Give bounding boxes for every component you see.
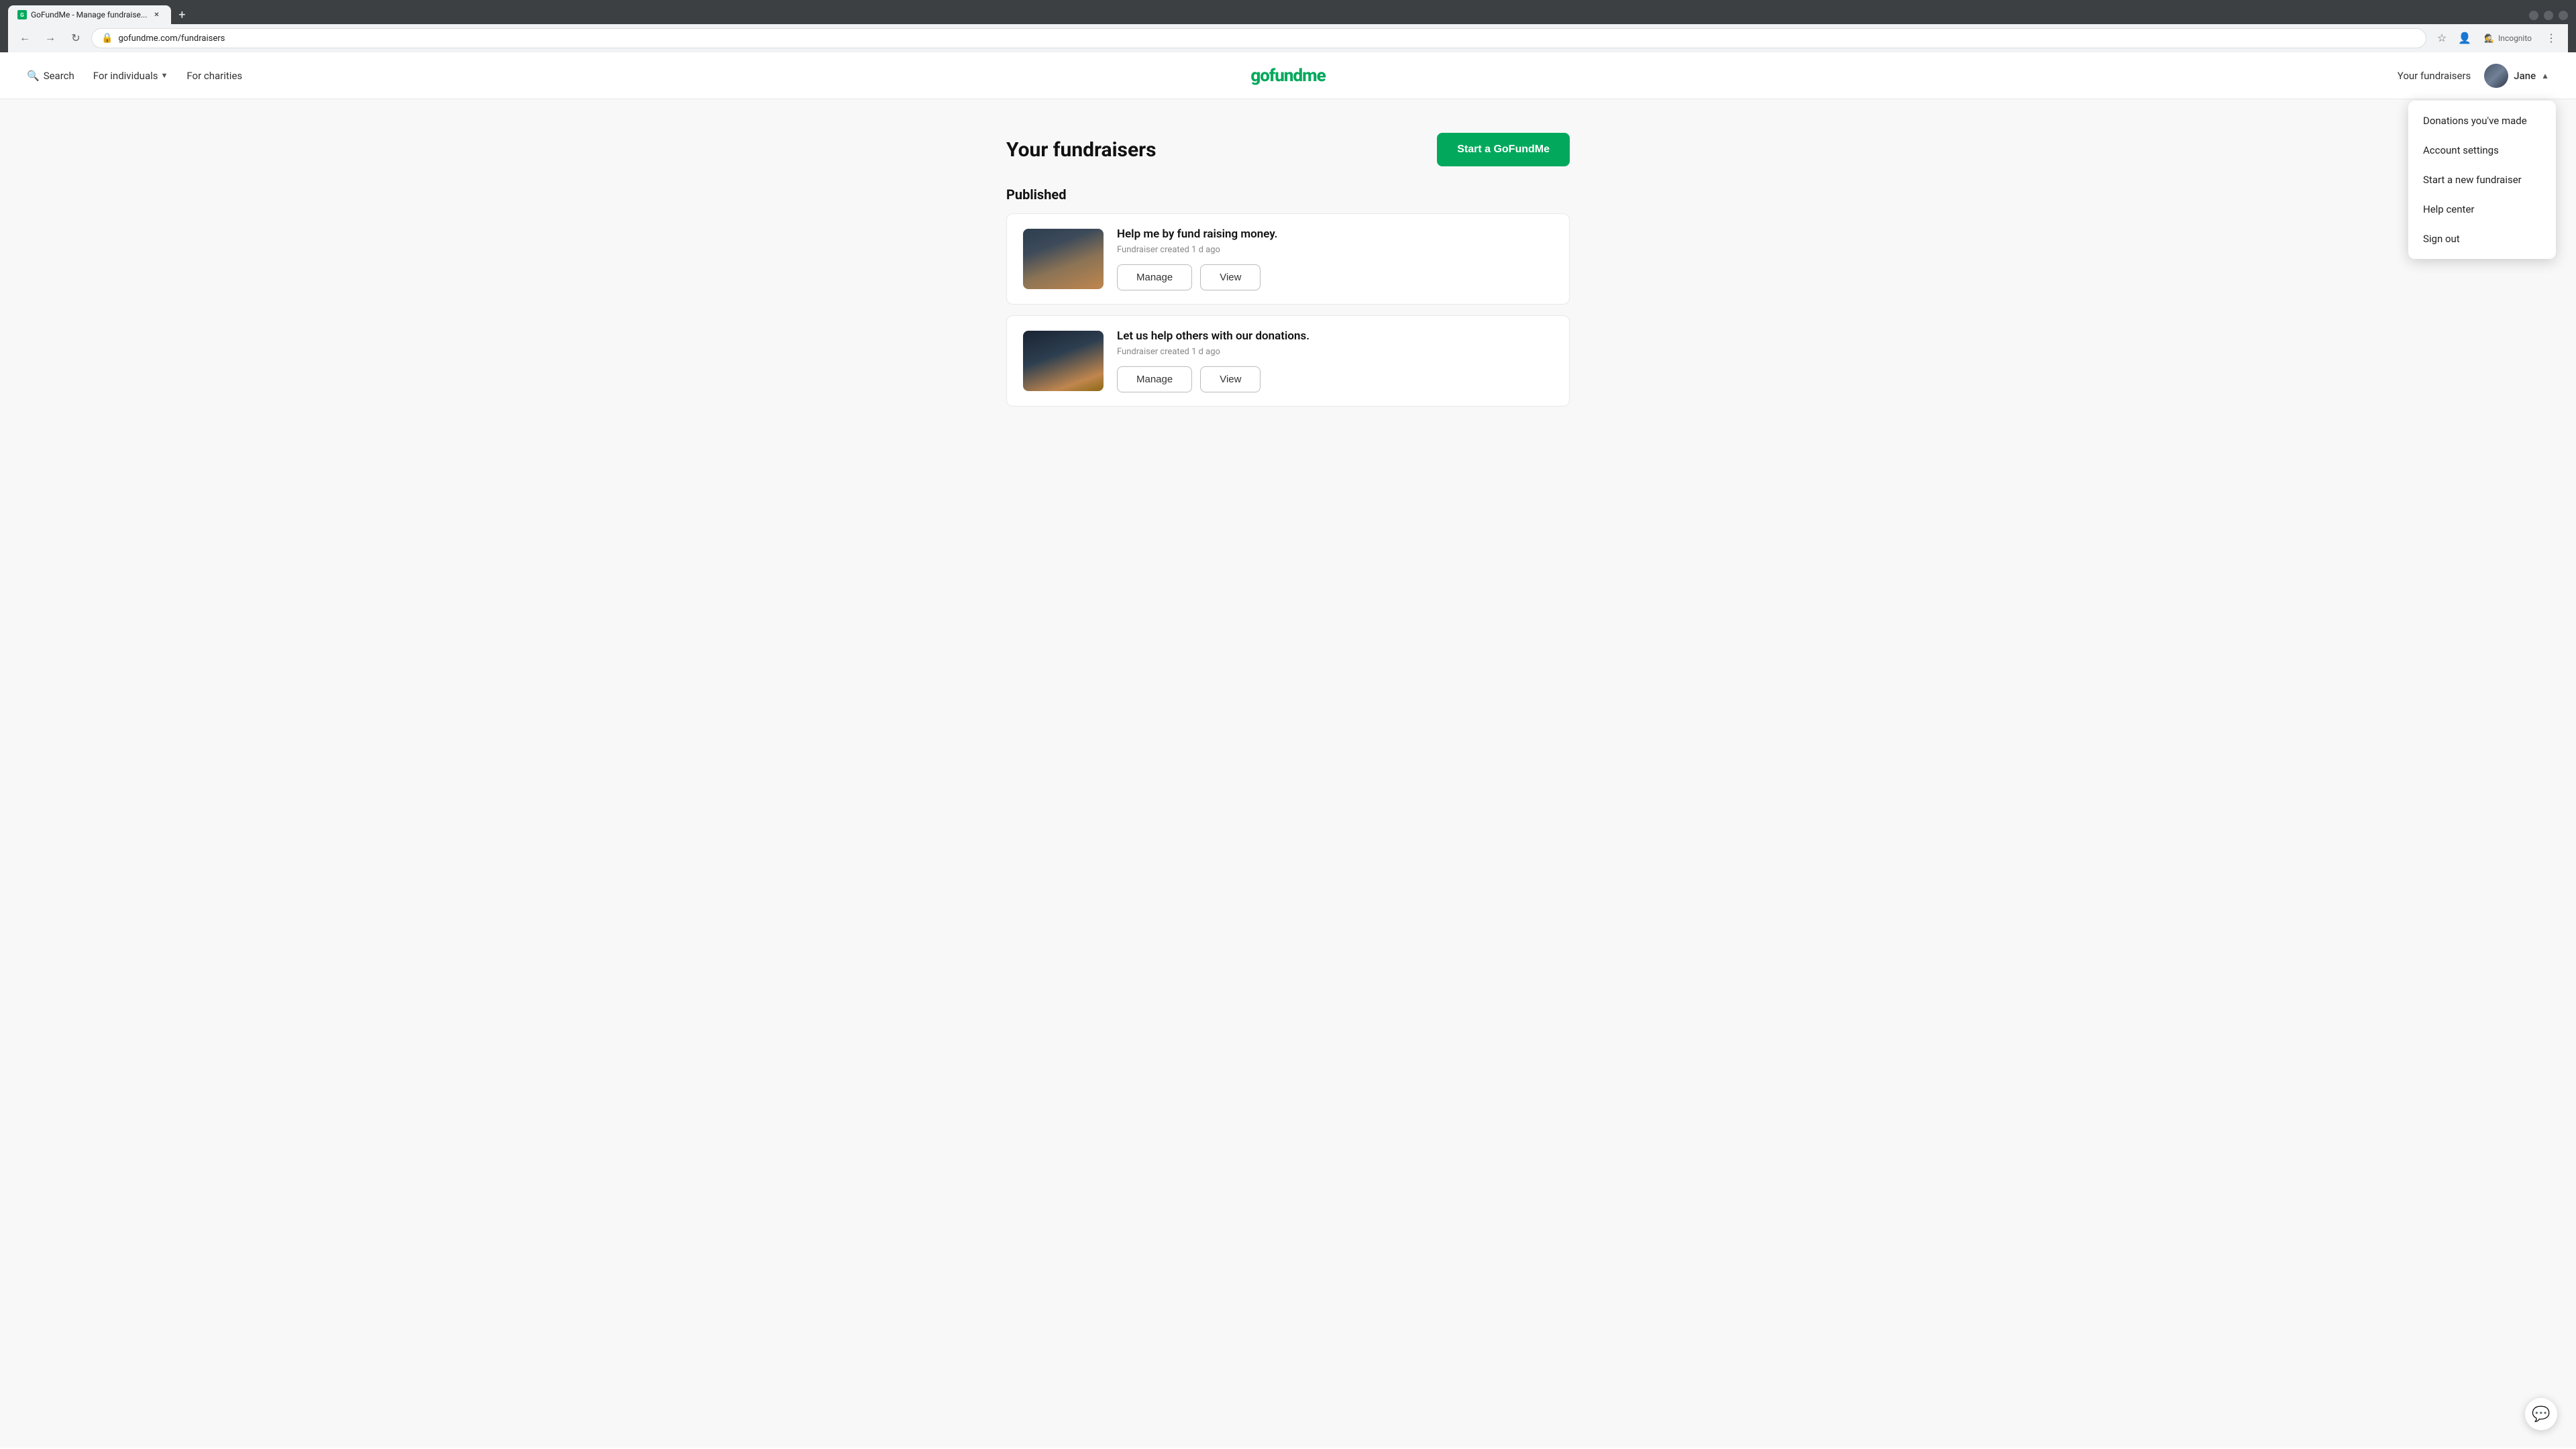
dropdown-item-donations[interactable]: Donations you've made: [2408, 106, 2556, 136]
header-nav-left: 🔍 Search For individuals ▼ For charities: [27, 70, 242, 82]
browser-toolbar: ← → ↻ 🔒 gofundme.com/fundraisers ☆ 👤 🕵 I…: [8, 24, 2568, 52]
fundraiser-card: Help me by fund raising money. Fundraise…: [1006, 213, 1570, 305]
user-menu-trigger[interactable]: Jane ▲: [2484, 64, 2549, 88]
avatar-image: [2484, 64, 2508, 88]
page-title: Your fundraisers: [1006, 138, 1157, 162]
bookmark-button[interactable]: ☆: [2432, 28, 2452, 48]
tab-favicon: G: [17, 10, 27, 19]
site-header: 🔍 Search For individuals ▼ For charities…: [0, 52, 2576, 99]
site-logo[interactable]: gofundme: [1250, 66, 1325, 86]
search-nav-item[interactable]: 🔍 Search: [27, 70, 74, 82]
for-individuals-label: For individuals: [93, 70, 158, 82]
dropdown-item-help-center[interactable]: Help center: [2408, 195, 2556, 224]
page-header-row: Your fundraisers Start a GoFundMe: [1006, 133, 1570, 166]
manage-button[interactable]: Manage: [1117, 264, 1192, 290]
search-label: Search: [44, 70, 74, 82]
dropdown-item-account-settings[interactable]: Account settings: [2408, 136, 2556, 165]
browser-chrome: G GoFundMe - Manage fundraise... ✕ + ← →…: [0, 0, 2576, 52]
incognito-label: Incognito: [2498, 34, 2532, 43]
for-individuals-nav-item[interactable]: For individuals ▼: [93, 70, 168, 82]
fundraiser-meta: Fundraiser created 1 d ago: [1117, 347, 1553, 357]
fundraiser-image: [1023, 331, 1104, 391]
published-section-title: Published: [1006, 186, 1570, 203]
page: 🔍 Search For individuals ▼ For charities…: [0, 52, 2576, 1448]
close-window-button[interactable]: [2559, 11, 2568, 20]
your-fundraisers-link[interactable]: Your fundraisers: [2398, 70, 2471, 82]
manage-button[interactable]: Manage: [1117, 366, 1192, 392]
dropdown-item-sign-out[interactable]: Sign out: [2408, 224, 2556, 254]
maximize-button[interactable]: [2544, 11, 2553, 20]
search-icon: 🔍: [27, 70, 40, 82]
incognito-badge[interactable]: 🕵 Incognito: [2477, 31, 2538, 46]
chat-button[interactable]: 💬: [2525, 1398, 2557, 1430]
chevron-up-icon: ▲: [2541, 71, 2549, 80]
chevron-down-icon: ▼: [161, 71, 168, 80]
lock-icon: 🔒: [101, 33, 113, 44]
fundraiser-info: Help me by fund raising money. Fundraise…: [1117, 227, 1553, 290]
header-nav-right: Your fundraisers Jane ▲: [2398, 64, 2549, 88]
extensions-button[interactable]: ⋮: [2541, 28, 2561, 48]
view-button[interactable]: View: [1200, 366, 1260, 392]
incognito-icon: 🕵: [2484, 34, 2494, 43]
fundraiser-actions: Manage View: [1117, 366, 1553, 392]
back-button[interactable]: ←: [15, 28, 35, 48]
view-button[interactable]: View: [1200, 264, 1260, 290]
tab-title: GoFundMe - Manage fundraise...: [31, 10, 147, 19]
avatar: [2484, 64, 2508, 88]
url-text: gofundme.com/fundraisers: [118, 34, 225, 44]
user-name: Jane: [2514, 70, 2536, 82]
for-charities-label: For charities: [186, 70, 242, 82]
start-gofundme-button[interactable]: Start a GoFundMe: [1437, 133, 1570, 166]
fundraiser-thumbnail: [1023, 229, 1104, 289]
fundraiser-meta: Fundraiser created 1 d ago: [1117, 245, 1553, 255]
user-dropdown-menu: Donations you've made Account settings S…: [2408, 101, 2556, 259]
fundraiser-title: Let us help others with our donations.: [1117, 329, 1553, 343]
refresh-button[interactable]: ↻: [66, 28, 86, 48]
tab-close-button[interactable]: ✕: [151, 9, 162, 20]
fundraiser-actions: Manage View: [1117, 264, 1553, 290]
fundraiser-thumbnail: [1023, 331, 1104, 391]
for-charities-nav-item[interactable]: For charities: [186, 70, 242, 82]
new-tab-button[interactable]: +: [172, 5, 191, 24]
fundraiser-card: Let us help others with our donations. F…: [1006, 315, 1570, 407]
fundraiser-info: Let us help others with our donations. F…: [1117, 329, 1553, 392]
browser-tab-bar: G GoFundMe - Manage fundraise... ✕ +: [8, 5, 2568, 24]
address-bar[interactable]: 🔒 gofundme.com/fundraisers: [91, 28, 2426, 48]
logo-text: gofundme: [1250, 66, 1325, 86]
profile-button[interactable]: 👤: [2455, 28, 2475, 48]
fundraiser-image: [1023, 229, 1104, 289]
toolbar-actions: ☆ 👤 🕵 Incognito ⋮: [2432, 28, 2561, 48]
chat-icon: 💬: [2532, 1406, 2550, 1423]
active-tab[interactable]: G GoFundMe - Manage fundraise... ✕: [8, 5, 171, 24]
main-content: Your fundraisers Start a GoFundMe Publis…: [986, 99, 1590, 451]
forward-button[interactable]: →: [40, 28, 60, 48]
minimize-button[interactable]: [2529, 11, 2538, 20]
fundraiser-title: Help me by fund raising money.: [1117, 227, 1553, 241]
dropdown-item-start-fundraiser[interactable]: Start a new fundraiser: [2408, 165, 2556, 195]
